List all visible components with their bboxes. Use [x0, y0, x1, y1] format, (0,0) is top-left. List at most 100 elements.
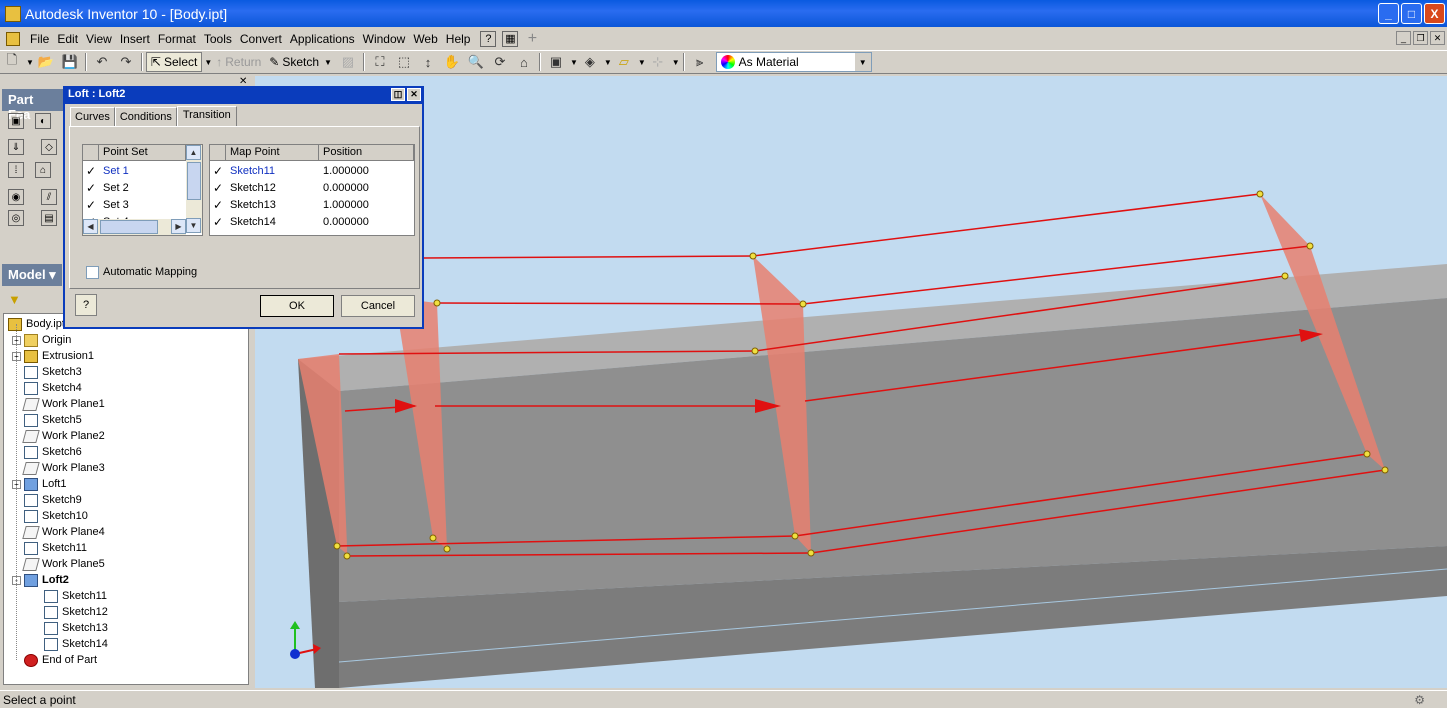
scroll-up-icon[interactable]: ▲: [186, 145, 201, 160]
tree-item[interactable]: Work Plane3: [12, 460, 105, 476]
menu-format[interactable]: Format: [154, 32, 200, 46]
maximize-button[interactable]: □: [1401, 3, 1422, 24]
tree-item[interactable]: Sketch9: [12, 492, 82, 508]
work-plane-tool-icon[interactable]: ▱: [615, 53, 633, 71]
menu-edit[interactable]: Edit: [53, 32, 82, 46]
tree-item[interactable]: Sketch3: [12, 364, 82, 380]
shell-icon[interactable]: ◇: [41, 139, 57, 155]
tree-item[interactable]: Sketch14: [44, 636, 108, 652]
position-value[interactable]: 1.000000: [319, 199, 369, 211]
look-at-icon[interactable]: ⌂: [515, 53, 533, 71]
scroll-thumb[interactable]: [187, 162, 201, 200]
map-point-row[interactable]: ✓ Sketch11 1.000000: [210, 162, 369, 179]
open-file-icon[interactable]: 📂: [37, 53, 55, 71]
close-button[interactable]: X: [1424, 3, 1445, 24]
check-icon[interactable]: ✓: [210, 181, 226, 195]
check-icon[interactable]: ✓: [83, 181, 99, 195]
loft-tool-icon[interactable]: ⌂: [35, 162, 51, 178]
zoom-all-icon[interactable]: ⛶: [371, 53, 389, 71]
display-mode-icon[interactable]: ▣: [547, 53, 565, 71]
return-button[interactable]: ↑ Return: [212, 52, 265, 72]
menu-convert[interactable]: Convert: [236, 32, 286, 46]
point-set-hscrollbar[interactable]: ◀ ▶: [83, 219, 186, 235]
redo-icon[interactable]: ↷: [117, 53, 135, 71]
map-point-header[interactable]: Map Point: [226, 145, 319, 161]
tree-item[interactable]: + Extrusion1: [12, 348, 94, 364]
decal-icon[interactable]: ▤: [41, 210, 57, 226]
new-dropdown-icon[interactable]: ▼: [26, 58, 34, 67]
tree-item[interactable]: Sketch10: [12, 508, 88, 524]
menu-window[interactable]: Window: [359, 32, 410, 46]
list-item[interactable]: ✓ Set 3: [83, 196, 129, 213]
position-header[interactable]: Position: [319, 145, 414, 161]
material-select[interactable]: As Material ▼: [715, 52, 872, 72]
tree-item[interactable]: Sketch5: [12, 412, 82, 428]
menu-file[interactable]: File: [26, 32, 53, 46]
inventor-app-icon[interactable]: [5, 5, 21, 22]
minimize-button[interactable]: _: [1378, 3, 1399, 24]
extrude-icon[interactable]: ▣: [8, 113, 24, 129]
update-icon[interactable]: ▨: [339, 53, 357, 71]
list-item[interactable]: ✓ Set 1: [83, 162, 129, 179]
menu-tools[interactable]: Tools: [200, 32, 236, 46]
position-value[interactable]: 0.000000: [319, 216, 369, 228]
position-value[interactable]: 0.000000: [319, 182, 369, 194]
sketch-dropdown-icon[interactable]: ▼: [324, 58, 332, 67]
menu-help[interactable]: Help: [442, 32, 475, 46]
point-set-vscrollbar[interactable]: ▲ ▼: [186, 145, 202, 233]
select-dropdown-icon[interactable]: ▼: [204, 58, 212, 67]
doc-close-button[interactable]: ✕: [1430, 31, 1445, 45]
tree-item[interactable]: Sketch6: [12, 444, 82, 460]
analysis-icon[interactable]: ⊹: [649, 53, 667, 71]
map-point-list[interactable]: Map Point Position ✓ Sketch11 1.000000 ✓ Ske…: [209, 144, 415, 236]
sketch-button[interactable]: ✎ Sketch ▼: [265, 52, 336, 72]
sweep-icon[interactable]: ◉: [8, 189, 24, 205]
zoom-icon[interactable]: ↕: [419, 53, 437, 71]
doc-restore-button[interactable]: ❐: [1413, 31, 1428, 45]
tree-item[interactable]: Sketch13: [44, 620, 108, 636]
tree-item[interactable]: Work Plane2: [12, 428, 105, 444]
illustrate-icon[interactable]: ⫸: [691, 53, 709, 71]
dialog-close-icon[interactable]: ✕: [407, 88, 421, 101]
position-value[interactable]: 1.000000: [319, 165, 369, 177]
tree-item[interactable]: End of Part: [12, 652, 97, 668]
new-file-icon[interactable]: 🗋: [3, 52, 21, 71]
projection-icon[interactable]: ◈: [581, 53, 599, 71]
tree-item[interactable]: Work Plane4: [12, 524, 105, 540]
tree-item[interactable]: Work Plane1: [12, 396, 105, 412]
zoom-window-icon[interactable]: ⬚: [395, 53, 413, 71]
emboss-icon[interactable]: ◎: [8, 210, 24, 226]
tree-item[interactable]: + Origin: [12, 332, 71, 348]
save-icon[interactable]: 💾: [61, 53, 79, 71]
tree-item[interactable]: Sketch11: [44, 588, 107, 604]
menu-applications[interactable]: Applications: [286, 32, 359, 46]
cancel-button[interactable]: Cancel: [341, 295, 415, 317]
point-set-list[interactable]: Point Set ✓Set 1 ✓Set 2 ✓Set 3 ✓Set 4 ▲ …: [82, 144, 203, 236]
check-icon[interactable]: ✓: [210, 215, 226, 229]
select-button[interactable]: ⇱ Select: [145, 52, 203, 72]
hole-icon[interactable]: ⇓: [8, 139, 24, 155]
tree-item[interactable]: Sketch12: [44, 604, 108, 620]
check-icon[interactable]: ✓: [210, 164, 226, 178]
check-icon[interactable]: ✓: [210, 198, 226, 212]
tree-item[interactable]: Work Plane5: [12, 556, 105, 572]
projection-dropdown-icon[interactable]: ▼: [604, 58, 612, 67]
check-icon[interactable]: ✓: [83, 198, 99, 212]
work-plane-dropdown-icon[interactable]: ▼: [638, 58, 646, 67]
ok-button[interactable]: OK: [260, 295, 334, 317]
revolve-icon[interactable]: ◐: [35, 113, 51, 129]
doc-minimize-button[interactable]: _: [1396, 31, 1411, 45]
hscroll-thumb[interactable]: [100, 220, 158, 234]
map-point-row[interactable]: ✓ Sketch13 1.000000: [210, 196, 369, 213]
list-item[interactable]: ✓ Set 2: [83, 179, 129, 196]
rotate-icon[interactable]: ⟳: [491, 53, 509, 71]
filter-icon[interactable]: ▼: [8, 292, 21, 307]
dialog-help-button[interactable]: ?: [75, 294, 97, 316]
tab-conditions[interactable]: Conditions: [114, 107, 177, 127]
scroll-down-icon[interactable]: ▼: [186, 218, 201, 233]
part-features-header[interactable]: Part Fea: [2, 89, 64, 122]
menu-web[interactable]: Web: [409, 32, 441, 46]
display-mode-dropdown-icon[interactable]: ▼: [570, 58, 578, 67]
menu-view[interactable]: View: [82, 32, 116, 46]
automatic-mapping-checkbox[interactable]: [86, 266, 99, 279]
